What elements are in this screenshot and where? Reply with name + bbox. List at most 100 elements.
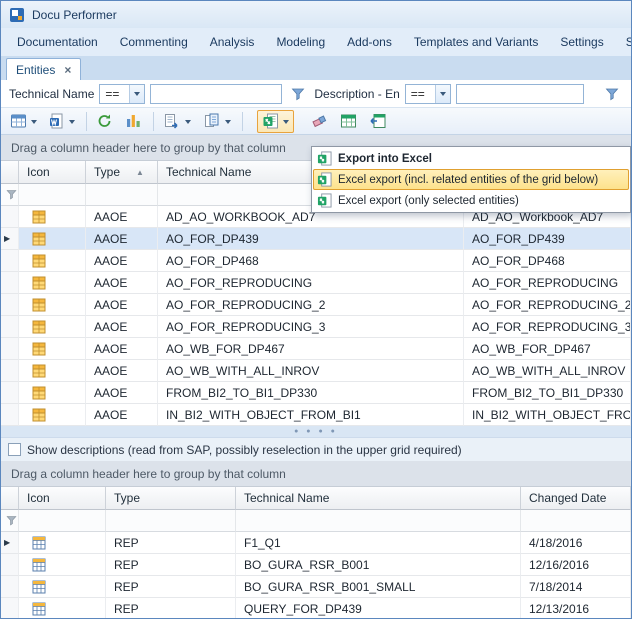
column-header-type[interactable]: Type	[106, 487, 236, 510]
tab-entities[interactable]: Entities ×	[6, 58, 81, 80]
technical-name-operator-combo[interactable]: ==	[99, 84, 145, 104]
filter-cell[interactable]	[86, 184, 158, 206]
entity-row[interactable]: AAOEIN_BI2_WITH_OBJECT_FROM_BI1IN_BI2_WI…	[1, 404, 631, 426]
eraser-icon	[311, 113, 328, 129]
grid-splitter[interactable]: ● ● ● ●	[1, 426, 631, 437]
row-selector	[1, 272, 19, 294]
description-cell: FROM_BI2_TO_BI1_DP330	[464, 382, 631, 404]
word-document-button[interactable]	[44, 110, 80, 133]
entity-type-icon	[19, 316, 86, 338]
menu-item-settings[interactable]: Settings	[550, 30, 613, 54]
toolbar-separator	[153, 112, 154, 131]
row-selector-header	[1, 161, 19, 184]
row-selector	[1, 294, 19, 316]
funnel-icon	[291, 87, 305, 101]
menu-item-excel-export-only-selected[interactable]: Excel export (only selected entities)	[313, 190, 629, 211]
excel-export-dropdown-menu: Export into Excel Excel export (incl. re…	[311, 146, 631, 213]
entity-row[interactable]: ▶AAOEAO_FOR_DP439AO_FOR_DP439	[1, 228, 631, 250]
description-cell: AO_FOR_REPRODUCING_2	[464, 294, 631, 316]
bottom-grid-groupby-area[interactable]: Drag a column header here to group by th…	[1, 461, 631, 487]
column-header-type[interactable]: Type▲	[86, 161, 158, 184]
technical-name-cell: QUERY_FOR_DP439	[236, 598, 521, 619]
row-selector	[1, 404, 19, 426]
menu-item-modeling[interactable]: Modeling	[266, 30, 335, 54]
menu-item-excel-export-incl-related[interactable]: Excel export (incl. related entities of …	[313, 169, 629, 190]
combo-dropdown-button[interactable]	[129, 85, 144, 103]
entity-row[interactable]: AAOEAO_FOR_REPRODUCINGAO_FOR_REPRODUCING	[1, 272, 631, 294]
refresh-icon	[96, 113, 113, 129]
filter-funnel-button-right[interactable]	[601, 84, 623, 104]
report-row[interactable]: ▶REPF1_Q14/18/2016	[1, 532, 631, 554]
filterbar: Technical Name == Description - En ==	[1, 80, 631, 107]
entity-row[interactable]: AAOEAO_FOR_REPRODUCING_3AO_FOR_REPRODUCI…	[1, 316, 631, 338]
column-header-icon[interactable]: Icon	[19, 487, 106, 510]
excel-table-button[interactable]	[335, 110, 362, 133]
menu-item-export-into-excel[interactable]: Export into Excel	[313, 148, 629, 169]
column-header-icon[interactable]: Icon	[19, 161, 86, 184]
export-documents-icon	[163, 113, 181, 129]
filter-cell[interactable]	[521, 510, 631, 532]
menu-item-commenting[interactable]: Commenting	[110, 30, 198, 54]
entity-row[interactable]: AAOEAO_FOR_DP468AO_FOR_DP468	[1, 250, 631, 272]
technical-name-cell: AO_WB_WITH_ALL_INROV	[158, 360, 464, 382]
menu-item-documentation[interactable]: Documentation	[7, 30, 108, 54]
technical-name-cell: IN_BI2_WITH_OBJECT_FROM_BI1	[158, 404, 464, 426]
report-row[interactable]: REPQUERY_FOR_DP43912/13/2016	[1, 598, 631, 619]
word-table-export-button[interactable]	[5, 110, 42, 133]
excel-icon	[317, 151, 332, 166]
merge-documents-button[interactable]	[198, 110, 236, 133]
excel-import-button[interactable]	[364, 110, 392, 133]
menu-item-analysis[interactable]: Analysis	[200, 30, 265, 54]
titlebar: Docu Performer	[1, 1, 631, 28]
technical-name-cell: BO_GURA_RSR_B001	[236, 554, 521, 576]
technical-name-filter-input[interactable]	[150, 84, 282, 104]
row-selector	[1, 316, 19, 338]
changed-date-cell: 12/16/2016	[521, 554, 631, 576]
entity-row[interactable]: AAOEFROM_BI2_TO_BI1_DP330FROM_BI2_TO_BI1…	[1, 382, 631, 404]
filter-row-indicator	[1, 184, 19, 206]
export-documents-button[interactable]	[158, 110, 196, 133]
row-selector	[1, 598, 19, 619]
technical-name-cell: AO_FOR_REPRODUCING_3	[158, 316, 464, 338]
description-filter-input[interactable]	[456, 84, 584, 104]
menubar: DocumentationCommentingAnalysisModelingA…	[1, 28, 631, 56]
excel-export-button[interactable]	[257, 110, 294, 133]
menu-item-templates-and-variants[interactable]: Templates and Variants	[404, 30, 549, 54]
filter-cell[interactable]	[106, 510, 236, 532]
technical-name-cell: F1_Q1	[236, 532, 521, 554]
description-cell: IN_BI2_WITH_OBJECT_FROM_BI1	[464, 404, 631, 426]
menu-item-add-ons[interactable]: Add-ons	[337, 30, 402, 54]
excel-export-icon	[262, 113, 279, 129]
clear-filter-button[interactable]	[306, 110, 333, 133]
description-operator-combo[interactable]: ==	[405, 84, 451, 104]
tab-close-icon[interactable]: ×	[64, 63, 71, 77]
type-cell: AAOE	[86, 316, 158, 338]
filter-cell[interactable]	[19, 184, 86, 206]
entity-row[interactable]: AAOEAO_WB_WITH_ALL_INROVAO_WB_WITH_ALL_I…	[1, 360, 631, 382]
excel-import-icon	[369, 113, 387, 129]
description-cell: AO_FOR_REPRODUCING_3	[464, 316, 631, 338]
filter-cell[interactable]	[236, 510, 521, 532]
row-selector	[1, 554, 19, 576]
entity-row[interactable]: AAOEAO_FOR_REPRODUCING_2AO_FOR_REPRODUCI…	[1, 294, 631, 316]
filter-cell[interactable]	[19, 510, 106, 532]
entity-type-icon	[19, 338, 86, 360]
bottom-grid-header: Icon Type Technical Name Changed Date	[1, 487, 631, 510]
report-row[interactable]: REPBO_GURA_RSR_B001_SMALL7/18/2014	[1, 576, 631, 598]
excel-icon	[317, 193, 332, 208]
funnel-icon	[6, 189, 17, 200]
combo-dropdown-button[interactable]	[435, 85, 450, 103]
refresh-button[interactable]	[91, 110, 118, 133]
filter-funnel-button-left[interactable]	[287, 84, 309, 104]
report-row[interactable]: REPBO_GURA_RSR_B00112/16/2016	[1, 554, 631, 576]
compare-button[interactable]	[120, 110, 147, 133]
row-selector	[1, 338, 19, 360]
changed-date-cell: 7/18/2014	[521, 576, 631, 598]
type-cell: REP	[106, 598, 236, 619]
menu-item-sap-i[interactable]: SAP I	[616, 30, 632, 54]
technical-name-cell: AO_WB_FOR_DP467	[158, 338, 464, 360]
column-header-changed-date[interactable]: Changed Date	[521, 487, 631, 510]
entity-row[interactable]: AAOEAO_WB_FOR_DP467AO_WB_FOR_DP467	[1, 338, 631, 360]
column-header-technical-name[interactable]: Technical Name	[236, 487, 521, 510]
show-descriptions-checkbox[interactable]	[8, 443, 21, 456]
